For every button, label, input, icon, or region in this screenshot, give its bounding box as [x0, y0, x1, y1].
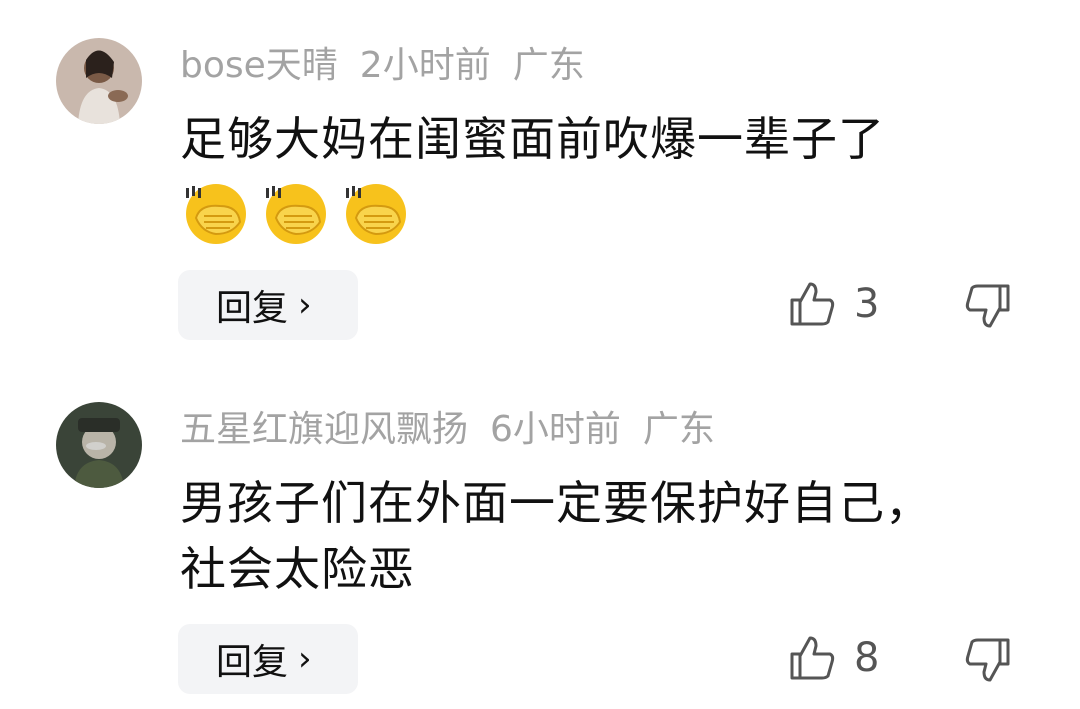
timestamp: 2小时前: [359, 45, 491, 86]
dislike-button[interactable]: [962, 634, 1014, 690]
like-count: 8: [854, 635, 880, 681]
comment-meta: bose天晴 2小时前 广东: [180, 44, 607, 88]
thumbs-down-icon: [965, 638, 1010, 682]
comment-item: 五星红旗迎风飘扬 6小时前 广东 男孩子们在外面一定要保护好自己，社会太险恶 回复 …: [0, 350, 1080, 709]
facepalm-emoji-icon: [186, 184, 246, 244]
chevron-right-icon: ›: [298, 285, 312, 325]
timestamp: 6小时前: [490, 409, 621, 450]
location: 广东: [642, 409, 715, 450]
thumbs-down-icon: [965, 284, 1010, 328]
emoji-row: [180, 182, 412, 246]
reply-button[interactable]: 回复 ›: [178, 624, 358, 694]
avatar[interactable]: [56, 38, 142, 124]
reply-button[interactable]: 回复 ›: [178, 270, 358, 340]
avatar[interactable]: [56, 402, 142, 488]
comment-meta: 五星红旗迎风飘扬 6小时前 广东: [180, 408, 737, 452]
dislike-button[interactable]: [962, 280, 1014, 336]
comment-text: 足够大妈在闺蜜面前吹爆一辈子了: [180, 112, 885, 166]
like-button[interactable]: 8: [786, 632, 879, 684]
comment-text: 男孩子们在外面一定要保护好自己，社会太险恶: [180, 476, 932, 596]
thumbs-up-icon: [790, 282, 835, 326]
location: 广东: [512, 45, 585, 86]
like-button[interactable]: 3: [786, 278, 879, 330]
like-count: 3: [854, 281, 880, 327]
reply-label: 回复: [216, 642, 289, 683]
chevron-right-icon: ›: [298, 639, 312, 679]
facepalm-emoji-icon: [266, 184, 326, 244]
username[interactable]: bose天晴: [180, 45, 338, 86]
reply-label: 回复: [216, 288, 289, 329]
comment-item: bose天晴 2小时前 广东 足够大妈在闺蜜面前吹爆一辈子了 回复 › 3: [0, 0, 1080, 350]
thumbs-up-icon: [790, 636, 835, 680]
username[interactable]: 五星红旗迎风飘扬: [180, 409, 468, 450]
facepalm-emoji-icon: [346, 184, 406, 244]
